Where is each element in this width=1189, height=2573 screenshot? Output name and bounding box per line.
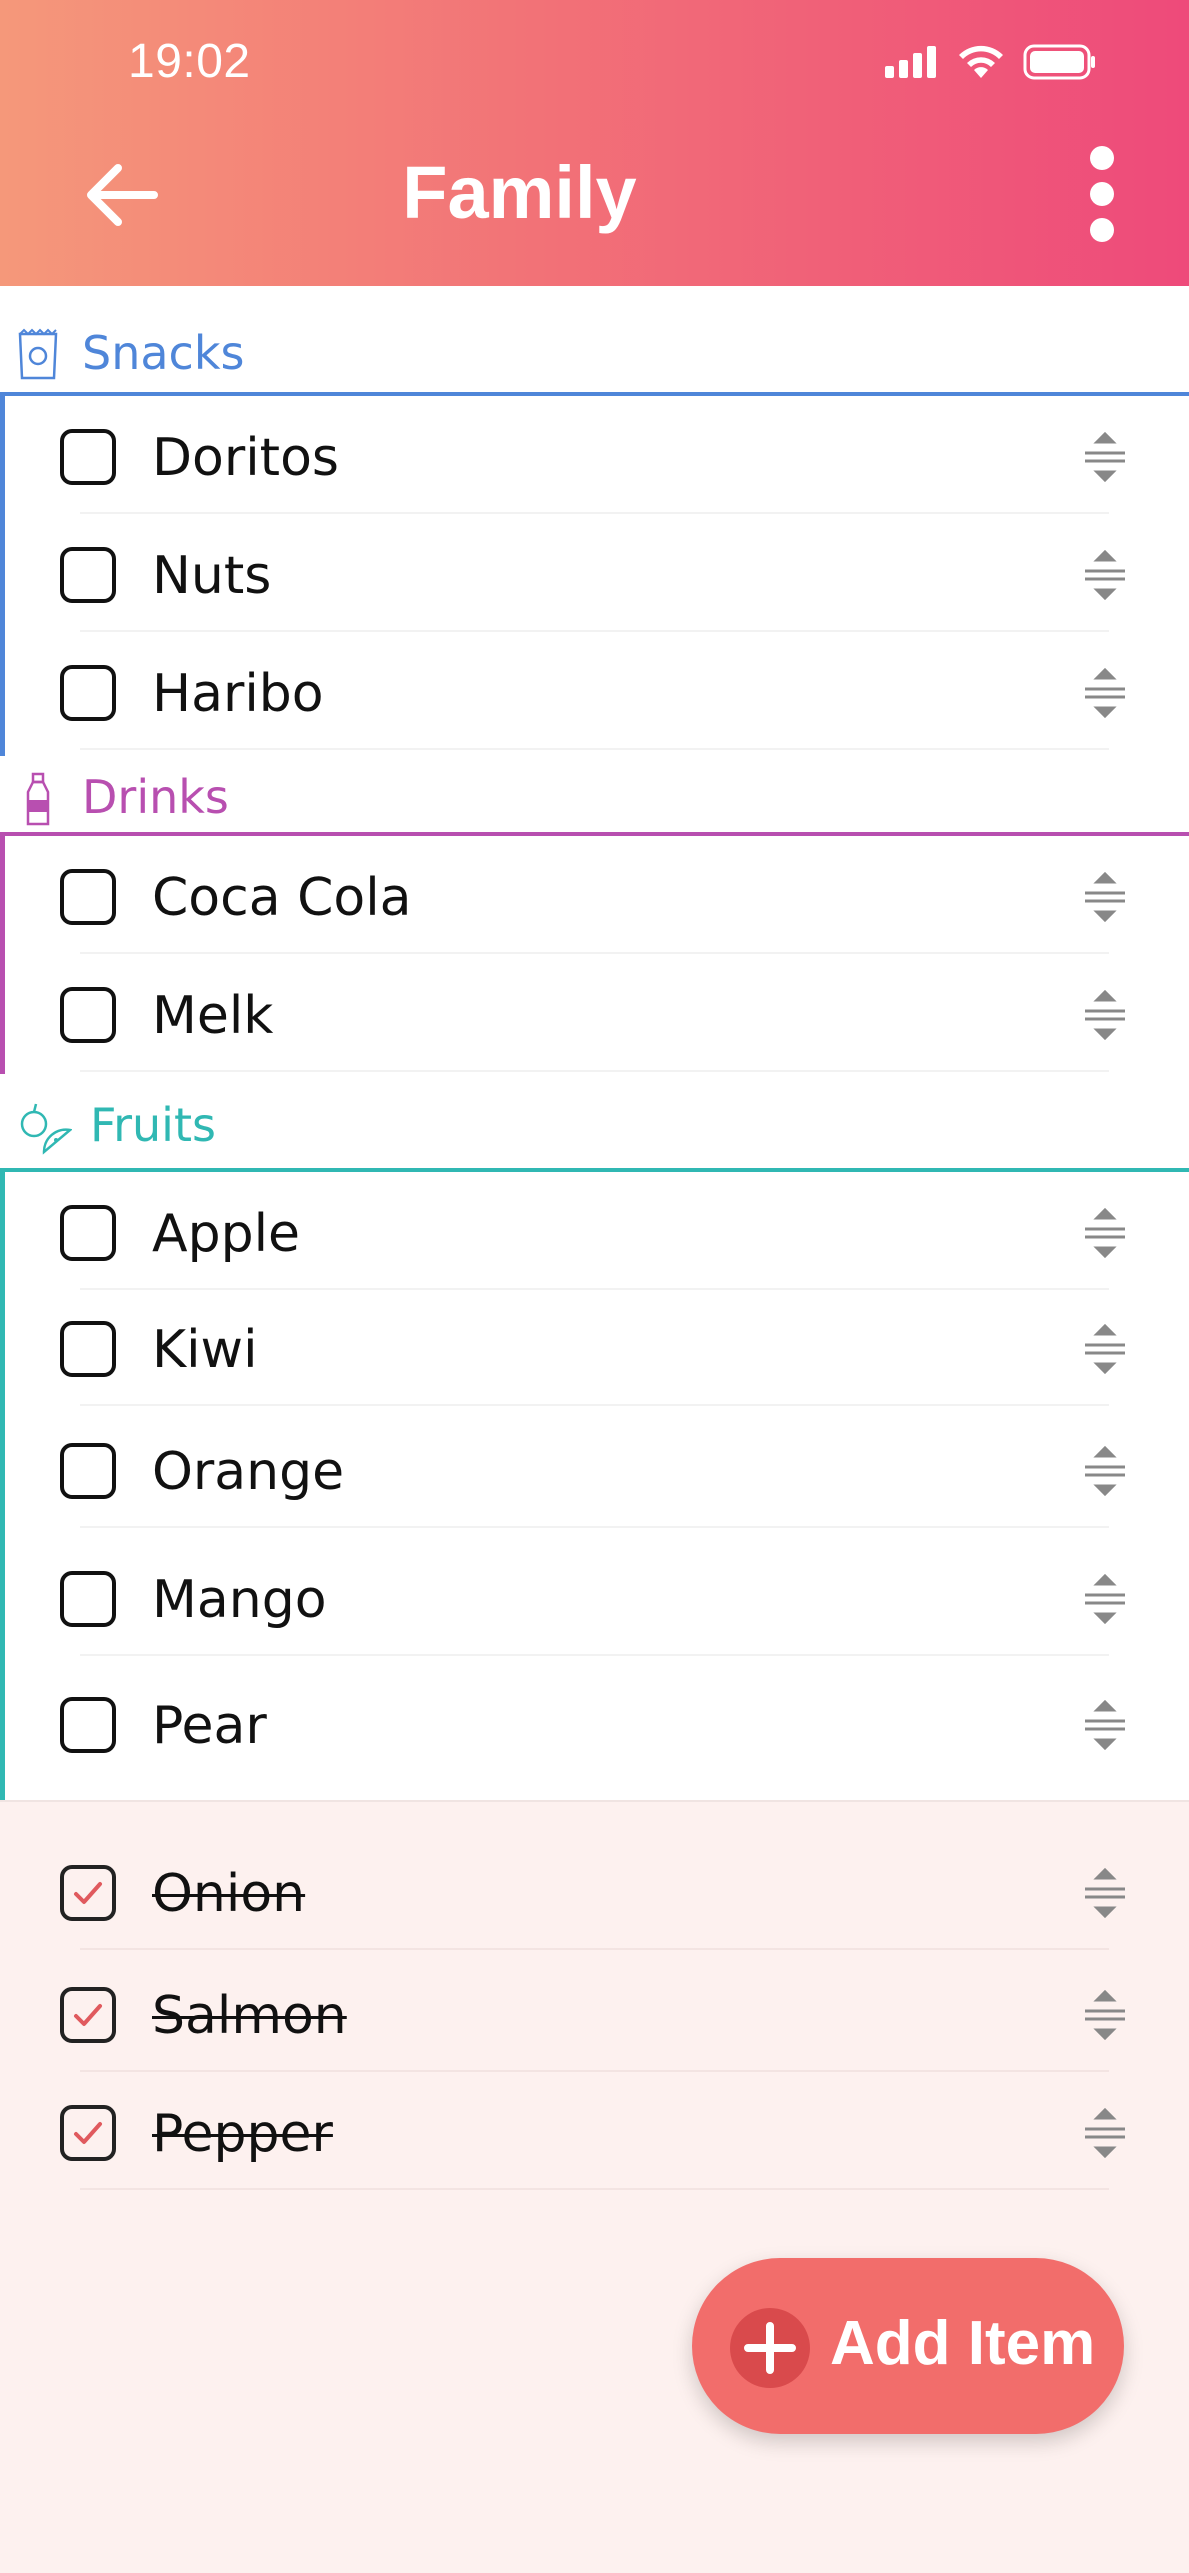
divider	[80, 1654, 1109, 1656]
checkmark-icon	[74, 1882, 102, 1904]
divider	[80, 1526, 1109, 1528]
item-checkbox[interactable]	[60, 429, 116, 485]
item-label: Kiwi	[152, 1320, 258, 1380]
item-checkbox-checked[interactable]	[60, 2105, 116, 2161]
shopping-list: Snacks Doritos Nuts Haribo Drinks Coca C…	[0, 286, 1189, 1800]
item-label: Haribo	[152, 664, 324, 724]
list-item-completed[interactable]: Salmon	[0, 1954, 1189, 2072]
item-checkbox[interactable]	[60, 869, 116, 925]
drag-handle-icon[interactable]	[1081, 1208, 1129, 1258]
item-checkbox[interactable]	[60, 665, 116, 721]
item-label: Pear	[152, 1696, 267, 1756]
checkmark-icon	[74, 2004, 102, 2026]
list-item[interactable]: Haribo	[0, 632, 1189, 750]
page-title: Family	[402, 151, 637, 234]
category-header-fruits[interactable]: Fruits	[0, 1072, 1189, 1172]
list-item[interactable]: Doritos	[0, 396, 1189, 514]
category-header-drinks[interactable]: Drinks	[0, 750, 1189, 836]
status-icons	[885, 44, 1097, 80]
list-item-completed[interactable]: Onion	[0, 1832, 1189, 1950]
item-label: Onion	[152, 1864, 306, 1924]
add-item-button[interactable]: Add Item	[692, 2258, 1124, 2434]
drag-handle-icon[interactable]	[1081, 1990, 1129, 2040]
category-header-snacks[interactable]: Snacks	[0, 286, 1189, 396]
drag-handle-icon[interactable]	[1081, 1700, 1129, 1750]
divider	[80, 2188, 1109, 2190]
battery-icon	[1023, 44, 1095, 80]
app-header: 19:02 Family	[0, 0, 1189, 286]
item-checkbox[interactable]	[60, 1571, 116, 1627]
drag-handle-icon[interactable]	[1081, 1446, 1129, 1496]
item-checkbox[interactable]	[60, 1443, 116, 1499]
drag-handle-icon[interactable]	[1081, 1868, 1129, 1918]
item-checkbox-checked[interactable]	[60, 1987, 116, 2043]
completed-items-section: Onion Salmon Pepper	[0, 1800, 1189, 2573]
list-item[interactable]: Coca Cola	[0, 836, 1189, 954]
item-label: Coca Cola	[152, 868, 412, 928]
drag-handle-icon[interactable]	[1081, 990, 1129, 1040]
drag-handle-icon[interactable]	[1081, 668, 1129, 718]
chips-bag-icon	[18, 328, 58, 380]
list-item[interactable]: Melk	[0, 954, 1189, 1072]
drag-handle-icon[interactable]	[1081, 550, 1129, 600]
item-checkbox[interactable]	[60, 1205, 116, 1261]
item-checkbox[interactable]	[60, 1321, 116, 1377]
item-checkbox-checked[interactable]	[60, 1865, 116, 1921]
list-item[interactable]: Kiwi	[0, 1288, 1189, 1406]
drag-handle-icon[interactable]	[1081, 1574, 1129, 1624]
item-label: Apple	[152, 1204, 301, 1264]
drag-handle-icon[interactable]	[1081, 1324, 1129, 1374]
more-dot-icon	[1090, 218, 1114, 242]
drag-handle-icon[interactable]	[1081, 2108, 1129, 2158]
plus-icon	[730, 2308, 810, 2388]
item-label: Mango	[152, 1570, 327, 1630]
bottle-icon	[26, 772, 50, 826]
divider	[80, 1948, 1109, 1950]
item-checkbox[interactable]	[60, 1697, 116, 1753]
list-item-completed[interactable]: Pepper	[0, 2072, 1189, 2190]
status-time: 19:02	[128, 35, 251, 88]
item-label: Salmon	[152, 1986, 347, 2046]
item-label: Pepper	[152, 2104, 333, 2164]
item-checkbox[interactable]	[60, 987, 116, 1043]
item-checkbox[interactable]	[60, 547, 116, 603]
list-item[interactable]: Apple	[0, 1172, 1189, 1290]
list-item[interactable]: Nuts	[0, 514, 1189, 632]
drag-handle-icon[interactable]	[1081, 872, 1129, 922]
more-dot-icon	[1090, 146, 1114, 170]
signal-icon	[885, 46, 936, 78]
category-label: Fruits	[90, 1098, 216, 1152]
item-label: Orange	[152, 1442, 345, 1502]
item-label: Melk	[152, 986, 274, 1046]
list-item[interactable]: Mango	[0, 1538, 1189, 1656]
category-label: Snacks	[82, 326, 245, 380]
checkmark-icon	[74, 2122, 102, 2144]
item-label: Doritos	[152, 428, 339, 488]
wifi-icon	[959, 45, 1003, 78]
list-item[interactable]: Orange	[0, 1410, 1189, 1528]
fruits-icon	[20, 1103, 72, 1155]
list-item[interactable]: Pear	[0, 1664, 1189, 1782]
add-item-label: Add Item	[830, 2309, 1096, 2378]
divider	[80, 1404, 1109, 1406]
more-options-button[interactable]	[1087, 146, 1117, 246]
item-label: Nuts	[152, 546, 272, 606]
more-dot-icon	[1090, 182, 1114, 206]
category-label: Drinks	[82, 770, 229, 824]
drag-handle-icon[interactable]	[1081, 432, 1129, 482]
